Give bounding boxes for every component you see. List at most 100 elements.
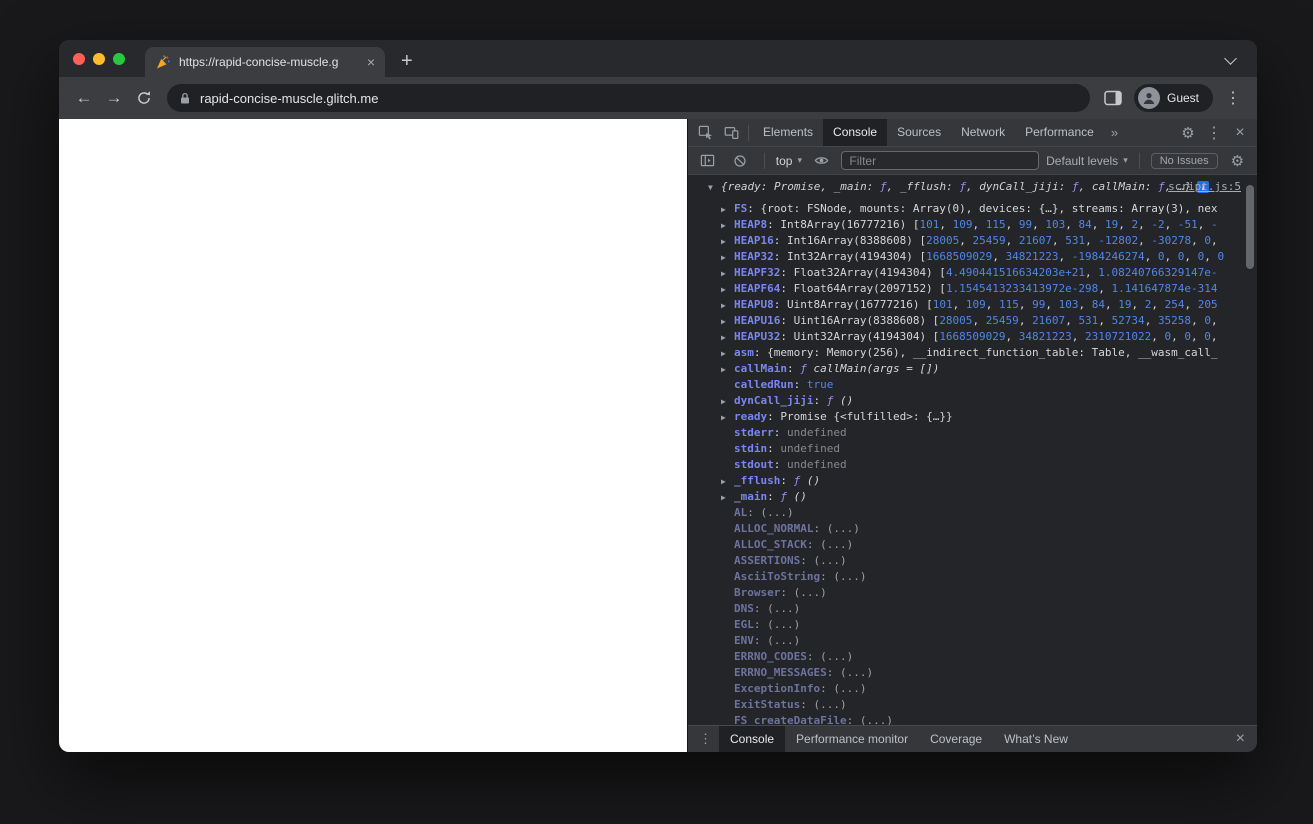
expand-getter[interactable]: (...): [813, 554, 846, 567]
expand-getter[interactable]: (...): [833, 570, 866, 583]
expand-getter[interactable]: (...): [767, 602, 800, 615]
execution-context-selector[interactable]: top ▾: [776, 154, 802, 168]
console-row-HEAPU16[interactable]: ▶ HEAPU16: Uint16Array(8388608) [28005, 2…: [688, 313, 1257, 329]
devtools-drawer: ⋮ Console Performance monitor Coverage What…: [688, 725, 1257, 752]
disclosure-triangle[interactable]: ▶: [721, 266, 734, 281]
devtools-tab-performance[interactable]: Performance: [1015, 119, 1104, 146]
inspect-element-button[interactable]: [692, 120, 718, 146]
disclosure-triangle[interactable]: ▶: [721, 250, 734, 265]
console-row-EGL: EGL: (...): [734, 618, 801, 631]
drawer-close-icon[interactable]: ×: [1228, 730, 1253, 748]
console-row-HEAPF32[interactable]: ▶ HEAPF32: Float32Array(4194304) [4.49044…: [688, 265, 1257, 281]
disclosure-triangle[interactable]: ▶: [721, 218, 734, 233]
live-expression-button[interactable]: [809, 148, 834, 174]
console-filter-input[interactable]: [841, 151, 1040, 170]
console-row-HEAP32[interactable]: ▶ HEAP32: Int32Array(4194304) [1668509029…: [688, 249, 1257, 265]
devtools-tab-sources[interactable]: Sources: [887, 119, 951, 146]
console-row-HEAPU32[interactable]: ▶ HEAPU32: Uint32Array(4194304) [16685090…: [688, 329, 1257, 345]
devtools-tab-network[interactable]: Network: [951, 119, 1015, 146]
drawer-tab-what-s-new[interactable]: What’s New: [993, 726, 1079, 752]
disclosure-triangle[interactable]: ▼: [708, 180, 721, 195]
property-name: HEAPU16: [734, 314, 781, 327]
disclosure-triangle[interactable]: ▶: [721, 362, 734, 377]
property-name: _main: [734, 490, 768, 503]
devtools-tab-elements[interactable]: Elements: [753, 119, 823, 146]
disclosure-triangle[interactable]: ▶: [721, 202, 734, 217]
expand-getter[interactable]: (...): [767, 634, 800, 647]
profile-chip[interactable]: Guest: [1133, 84, 1213, 112]
browser-menu-button[interactable]: ⋮: [1219, 88, 1247, 108]
log-levels-selector[interactable]: Default levels ▾: [1046, 154, 1128, 168]
expand-getter[interactable]: (...): [794, 586, 827, 599]
console-row-_fflush[interactable]: ▶ _fflush: ƒ (): [688, 473, 1257, 489]
console-output[interactable]: ▼ {ready: Promise, _main: ƒ, _fflush: ƒ, …: [688, 175, 1257, 725]
page-viewport[interactable]: [59, 119, 687, 752]
devtools-settings-icon[interactable]: ⚙: [1175, 120, 1201, 146]
console-row-FS[interactable]: ▶ FS: {root: FSNode, mounts: Array(0), de…: [688, 201, 1257, 217]
expand-getter[interactable]: (...): [833, 682, 866, 695]
window-content: Elements Console Sources Network Performance…: [59, 119, 1257, 752]
disclosure-triangle[interactable]: ▶: [721, 314, 734, 329]
disclosure-triangle[interactable]: ▶: [721, 234, 734, 249]
expand-getter[interactable]: (...): [820, 538, 853, 551]
console-messages: ▼ {ready: Promise, _main: ƒ, _fflush: ƒ, …: [688, 179, 1257, 725]
console-row-object-preview[interactable]: ▼ {ready: Promise, _main: ƒ, _fflush: ƒ, …: [688, 179, 1257, 195]
console-row-callMain[interactable]: ▶ callMain: ƒ callMain(args = []): [688, 361, 1257, 377]
side-panel-button[interactable]: [1098, 83, 1128, 113]
back-button[interactable]: ←: [69, 83, 99, 113]
reload-button[interactable]: [129, 83, 159, 113]
console-row-ALLOC_STACK: ALLOC_STACK: (...): [734, 538, 854, 551]
disclosure-triangle[interactable]: ▶: [721, 346, 734, 361]
close-window-button[interactable]: [73, 52, 85, 65]
address-bar[interactable]: rapid-concise-muscle.glitch.me: [167, 84, 1090, 112]
disclosure-triangle[interactable]: ▶: [721, 490, 734, 505]
console-row-ready[interactable]: ▶ ready: Promise {<fulfilled>: {…}}: [688, 409, 1257, 425]
drawer-tab-coverage[interactable]: Coverage: [919, 726, 993, 752]
person-icon: [1143, 93, 1155, 104]
expand-getter[interactable]: (...): [840, 666, 873, 679]
property-name: HEAPF32: [734, 266, 781, 279]
browser-tab[interactable]: https://rapid-concise-muscle.g ×: [145, 47, 385, 77]
device-toolbar-button[interactable]: [718, 120, 744, 146]
devtools-tab-bar: Elements Console Sources Network Performance…: [688, 119, 1257, 147]
disclosure-triangle[interactable]: ▶: [721, 298, 734, 313]
console-sidebar-toggle[interactable]: [695, 148, 720, 174]
expand-getter[interactable]: (...): [827, 522, 860, 535]
minimize-window-button[interactable]: [93, 52, 105, 65]
expand-getter[interactable]: (...): [761, 506, 794, 519]
disclosure-triangle[interactable]: ▶: [721, 474, 734, 489]
disclosure-triangle[interactable]: ▶: [721, 330, 734, 345]
expand-getter[interactable]: (...): [820, 650, 853, 663]
expand-getter[interactable]: (...): [767, 618, 800, 631]
disclosure-triangle[interactable]: ▶: [721, 394, 734, 409]
console-row-HEAP8[interactable]: ▶ HEAP8: Int8Array(16777216) [101, 109, 1…: [688, 217, 1257, 233]
devtools-tab-console[interactable]: Console: [823, 119, 888, 146]
console-row-dynCall_jiji[interactable]: ▶ dynCall_jiji: ƒ (): [688, 393, 1257, 409]
drawer-tab-performance-monitor[interactable]: Performance monitor: [785, 726, 919, 752]
console-settings-icon[interactable]: ⚙: [1225, 148, 1250, 174]
clear-console-button[interactable]: [727, 148, 752, 174]
console-row-HEAP16[interactable]: ▶ HEAP16: Int16Array(8388608) [28005, 254…: [688, 233, 1257, 249]
disclosure-triangle[interactable]: ▶: [721, 282, 734, 297]
source-link[interactable]: script.js:5: [1168, 179, 1241, 195]
drawer-tab-console[interactable]: Console: [719, 726, 786, 752]
expand-getter[interactable]: (...): [860, 714, 893, 725]
drawer-menu-icon[interactable]: ⋮: [692, 731, 719, 747]
expand-getter[interactable]: (...): [813, 698, 846, 711]
property-name: ALLOC_STACK: [734, 538, 807, 551]
maximize-window-button[interactable]: [113, 52, 125, 65]
new-tab-button[interactable]: +: [397, 50, 417, 73]
devtools-menu-icon[interactable]: ⋮: [1201, 120, 1227, 146]
tab-close-icon[interactable]: ×: [365, 54, 377, 70]
forward-button[interactable]: →: [99, 83, 129, 113]
disclosure-triangle[interactable]: ▶: [721, 410, 734, 425]
console-row-asm[interactable]: ▶ asm: {memory: Memory(256), __indirect_f…: [688, 345, 1257, 361]
issues-counter[interactable]: No Issues: [1150, 152, 1218, 169]
console-row-_main[interactable]: ▶ _main: ƒ (): [688, 489, 1257, 505]
console-row-HEAPF64[interactable]: ▶ HEAPF64: Float64Array(2097152) [1.15454…: [688, 281, 1257, 297]
tab-search-button[interactable]: [1224, 52, 1237, 65]
more-tabs-icon[interactable]: »: [1104, 125, 1125, 140]
devtools-close-icon[interactable]: ×: [1227, 120, 1253, 146]
console-row-HEAPU8[interactable]: ▶ HEAPU8: Uint8Array(16777216) [101, 109,…: [688, 297, 1257, 313]
scrollbar-thumb[interactable]: [1246, 185, 1254, 269]
